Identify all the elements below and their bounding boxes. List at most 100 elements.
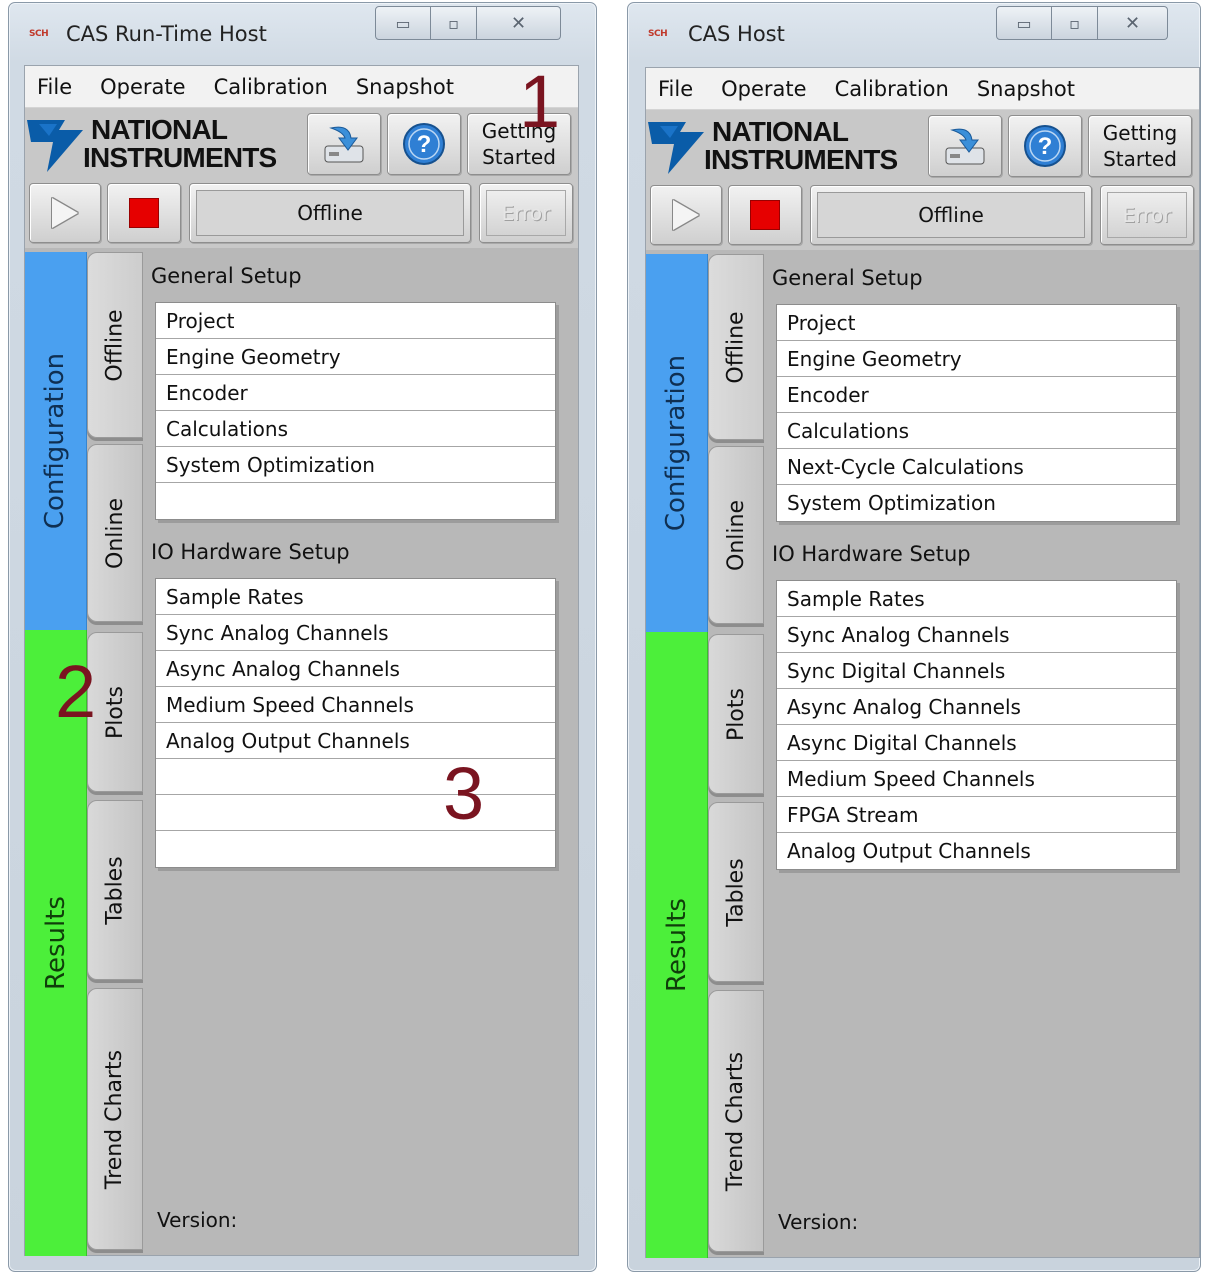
- list-item-empty[interactable]: [156, 831, 555, 867]
- client-area: File Operate Calibration Snapshot NATION…: [24, 65, 579, 1256]
- error-button[interactable]: Error: [1100, 185, 1194, 245]
- list-item[interactable]: Project: [156, 303, 555, 339]
- run-button[interactable]: [650, 185, 722, 245]
- general-setup-label: General Setup: [151, 264, 302, 288]
- menu-snapshot[interactable]: Snapshot: [977, 77, 1075, 101]
- ni-logo: NATIONAL INSTRUMENTS: [646, 114, 921, 180]
- list-item[interactable]: Async Digital Channels: [777, 725, 1176, 761]
- main-panel: Configuration Results Offline Online Plo…: [646, 250, 1199, 1258]
- general-setup-list: Project Engine Geometry Encoder Calculat…: [776, 304, 1177, 522]
- callout-2: 2: [55, 650, 97, 733]
- tab-online[interactable]: Online: [87, 444, 143, 622]
- run-icon: [52, 198, 78, 228]
- tab-trend-charts[interactable]: Trend Charts: [708, 990, 764, 1252]
- list-item[interactable]: Async Analog Channels: [777, 689, 1176, 725]
- maximize-icon: ▫: [448, 13, 459, 33]
- minimize-button[interactable]: ▭: [996, 6, 1052, 40]
- main-panel: Configuration Results Offline Online Plo…: [25, 248, 578, 1256]
- stop-button[interactable]: [728, 185, 802, 245]
- maximize-button[interactable]: ▫: [1052, 6, 1098, 40]
- list-item[interactable]: Async Analog Channels: [156, 651, 555, 687]
- section-label-configuration: Configuration: [661, 354, 692, 532]
- menu-file[interactable]: File: [37, 75, 72, 99]
- ni-logo: NATIONAL INSTRUMENTS: [25, 112, 300, 178]
- save-button[interactable]: [307, 113, 381, 175]
- list-item[interactable]: Next-Cycle Calculations: [777, 449, 1176, 485]
- general-setup-list: Project Engine Geometry Encoder Calculat…: [155, 302, 556, 520]
- tab-online[interactable]: Online: [708, 446, 764, 624]
- menu-calibration[interactable]: Calibration: [214, 75, 328, 99]
- list-item-empty[interactable]: [156, 795, 555, 831]
- list-item-empty[interactable]: [156, 483, 555, 519]
- maximize-button[interactable]: ▫: [431, 6, 477, 40]
- status-indicator: Offline: [189, 183, 471, 243]
- tab-tables[interactable]: Tables: [87, 800, 143, 980]
- config-panel: General Setup Project Engine Geometry En…: [143, 248, 568, 1255]
- error-button[interactable]: Error: [479, 183, 573, 243]
- tab-offline[interactable]: Offline: [708, 254, 764, 440]
- io-hardware-setup-list: Sample Rates Sync Analog Channels Async …: [155, 578, 556, 868]
- save-button[interactable]: [928, 115, 1002, 177]
- io-hardware-setup-label: IO Hardware Setup: [151, 540, 350, 564]
- list-item[interactable]: Analog Output Channels: [156, 723, 555, 759]
- minimize-icon: ▭: [395, 13, 411, 33]
- minimize-icon: ▭: [1016, 13, 1032, 33]
- getting-started-line1: Getting: [1102, 121, 1178, 145]
- close-button[interactable]: ✕: [477, 6, 561, 40]
- save-download-icon: [945, 128, 985, 165]
- stop-icon: [750, 200, 780, 230]
- list-item[interactable]: Encoder: [777, 377, 1176, 413]
- title-bar[interactable]: SCH CAS Host ▭ ▫ ✕: [628, 3, 1200, 65]
- list-item[interactable]: FPGA Stream: [777, 797, 1176, 833]
- list-item[interactable]: Sync Analog Channels: [777, 617, 1176, 653]
- list-item[interactable]: System Optimization: [156, 447, 555, 483]
- section-tab-configuration[interactable]: Configuration: [25, 252, 87, 630]
- list-item[interactable]: Analog Output Channels: [777, 833, 1176, 869]
- logo-line1: NATIONAL: [91, 114, 228, 145]
- status-text: Offline: [196, 190, 464, 236]
- list-item[interactable]: Encoder: [156, 375, 555, 411]
- toolbar: NATIONAL INSTRUMENTS ? Getting Started O…: [25, 108, 578, 248]
- section-tab-results[interactable]: Results: [646, 632, 708, 1258]
- list-item[interactable]: Medium Speed Channels: [777, 761, 1176, 797]
- list-item[interactable]: Sample Rates: [777, 581, 1176, 617]
- tab-offline[interactable]: Offline: [87, 252, 143, 438]
- menu-file[interactable]: File: [658, 77, 693, 101]
- list-item[interactable]: Engine Geometry: [156, 339, 555, 375]
- section-tab-configuration[interactable]: Configuration: [646, 254, 708, 632]
- list-item[interactable]: Engine Geometry: [777, 341, 1176, 377]
- svg-text:?: ?: [417, 131, 432, 158]
- list-item[interactable]: System Optimization: [777, 485, 1176, 521]
- list-item-empty[interactable]: [156, 759, 555, 795]
- menu-snapshot[interactable]: Snapshot: [356, 75, 454, 99]
- stop-button[interactable]: [107, 183, 181, 243]
- list-item[interactable]: Medium Speed Channels: [156, 687, 555, 723]
- list-item[interactable]: Sync Digital Channels: [777, 653, 1176, 689]
- logo-line2: INSTRUMENTS: [704, 144, 898, 175]
- tab-plots[interactable]: Plots: [708, 634, 764, 794]
- minimize-button[interactable]: ▭: [375, 6, 431, 40]
- menu-operate[interactable]: Operate: [100, 75, 185, 99]
- list-item[interactable]: Sample Rates: [156, 579, 555, 615]
- run-button[interactable]: [29, 183, 101, 243]
- help-button[interactable]: ?: [1008, 115, 1082, 177]
- status-text: Offline: [817, 192, 1085, 238]
- menu-calibration[interactable]: Calibration: [835, 77, 949, 101]
- list-item[interactable]: Project: [777, 305, 1176, 341]
- run-icon: [673, 200, 699, 230]
- list-item[interactable]: Calculations: [156, 411, 555, 447]
- section-label-results: Results: [661, 898, 692, 992]
- getting-started-button[interactable]: Getting Started: [1088, 115, 1192, 177]
- tab-tables[interactable]: Tables: [708, 802, 764, 982]
- help-button[interactable]: ?: [387, 113, 461, 175]
- list-item[interactable]: Sync Analog Channels: [156, 615, 555, 651]
- client-area: File Operate Calibration Snapshot NATION…: [645, 67, 1200, 1258]
- callout-3: 3: [443, 752, 485, 835]
- title-bar[interactable]: SCH CAS Run-Time Host ▭ ▫ ✕: [9, 3, 596, 65]
- close-button[interactable]: ✕: [1098, 6, 1168, 40]
- maximize-icon: ▫: [1069, 13, 1080, 33]
- tab-trend-charts[interactable]: Trend Charts: [87, 988, 143, 1250]
- menu-operate[interactable]: Operate: [721, 77, 806, 101]
- list-item[interactable]: Calculations: [777, 413, 1176, 449]
- ni-eagle-icon: [648, 122, 704, 174]
